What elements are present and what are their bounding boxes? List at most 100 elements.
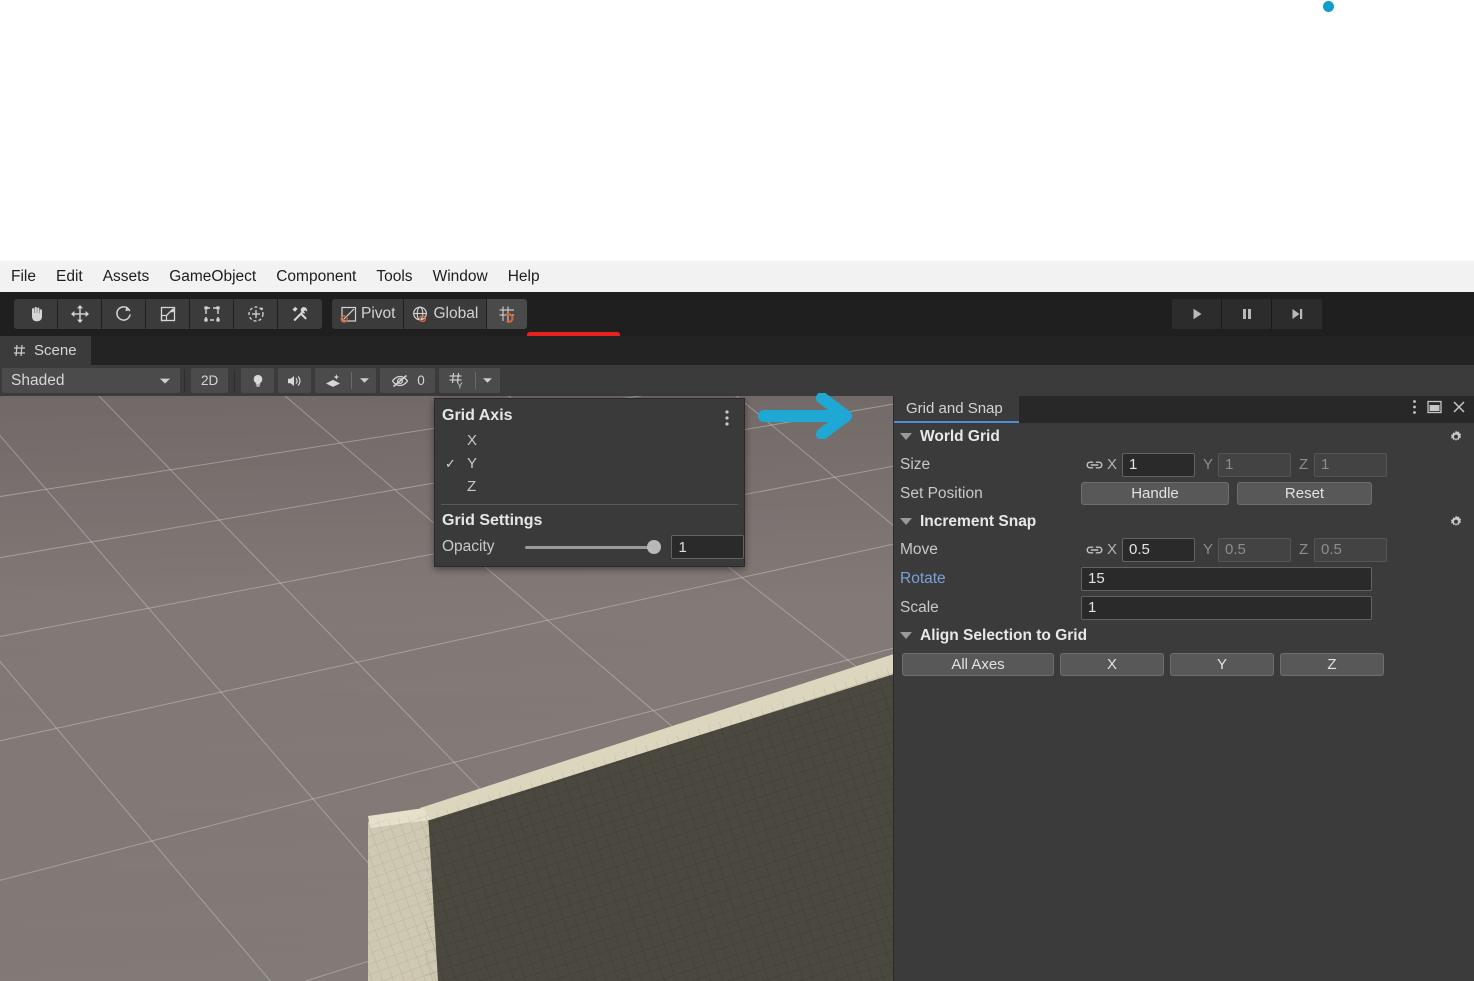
increment-snap-settings-button[interactable]: [1448, 514, 1464, 535]
grid-axis-options-button[interactable]: [724, 409, 730, 432]
opacity-value-field[interactable]: 1: [671, 535, 744, 559]
fx-icon-part[interactable]: [315, 368, 351, 393]
grid-and-snap-panel[interactable]: Grid and Snap World Grid Size X 1 Y 1 Z …: [893, 396, 1474, 981]
move-tool-button[interactable]: [58, 299, 102, 329]
grid-axis-option-y[interactable]: ✓ Y: [435, 452, 744, 475]
hidden-objects-button[interactable]: 0: [380, 368, 435, 393]
scale-tool-button[interactable]: [146, 299, 190, 329]
blue-arrow-annotation: [756, 392, 866, 444]
play-icon: [1193, 308, 1201, 320]
move-arrows-icon: [70, 305, 89, 323]
eye-off-icon: [392, 374, 409, 387]
menu-item-window[interactable]: Window: [423, 261, 498, 292]
handle-button[interactable]: Handle: [1081, 482, 1229, 505]
two-d-label: 2D: [201, 373, 219, 388]
size-x-field[interactable]: 1: [1122, 452, 1195, 477]
grid-icon-part[interactable]: Y: [439, 368, 475, 393]
menu-item-gameobject[interactable]: GameObject: [159, 261, 266, 292]
section-header-world-grid[interactable]: World Grid: [894, 423, 1474, 450]
grid-axis-y-check: ✓: [445, 455, 456, 471]
panel-close-button[interactable]: [1452, 400, 1466, 419]
panel-options-button[interactable]: [1412, 399, 1417, 420]
reset-button[interactable]: Reset: [1237, 482, 1372, 505]
hand-icon: [31, 306, 42, 322]
rect-transform-icon: [203, 306, 220, 322]
play-button[interactable]: [1172, 299, 1222, 329]
align-all-axes-button[interactable]: All Axes: [902, 653, 1054, 676]
move-x-field[interactable]: 0.5: [1122, 537, 1195, 562]
chevron-down-icon: [483, 378, 493, 383]
grid-dropdown-part[interactable]: [476, 368, 500, 393]
grid-axis-option-x[interactable]: X: [435, 429, 744, 452]
hand-tool-button[interactable]: [14, 299, 58, 329]
more-options-icon: [725, 410, 729, 426]
tab-scene[interactable]: Scene: [0, 336, 91, 365]
unity-editor-window: File Edit Assets GameObject Component To…: [0, 0, 1474, 981]
chevron-down-icon: [900, 518, 912, 525]
scene-fx-button[interactable]: [315, 368, 377, 393]
align-selection-header-label: Align Selection to Grid: [920, 626, 1088, 644]
scene-audio-button[interactable]: [278, 368, 312, 393]
move-z-field[interactable]: 0.5: [1314, 537, 1387, 562]
rotate-tool-button[interactable]: [102, 299, 146, 329]
global-toggle-button[interactable]: Global: [404, 299, 488, 329]
rotate-field[interactable]: 15: [1081, 566, 1372, 591]
rotate-label[interactable]: Rotate: [900, 570, 1081, 588]
scale-row: Scale 1: [894, 593, 1474, 622]
section-header-align-selection[interactable]: Align Selection to Grid: [894, 622, 1474, 649]
size-link-toggle[interactable]: [1081, 459, 1107, 471]
opacity-slider-knob[interactable]: [647, 540, 662, 554]
pivot-toggle-button[interactable]: Pivot: [332, 299, 405, 329]
grid-snapping-toolbar-button[interactable]: [487, 299, 528, 329]
menu-item-edit[interactable]: Edit: [46, 261, 93, 292]
size-label: Size: [900, 455, 931, 473]
custom-editor-tool-button[interactable]: [278, 299, 322, 329]
align-x-button[interactable]: X: [1060, 653, 1164, 676]
pause-button[interactable]: [1222, 299, 1272, 329]
opacity-slider[interactable]: [525, 539, 662, 555]
scale-field[interactable]: 1: [1081, 595, 1372, 620]
menu-item-component[interactable]: Component: [266, 261, 366, 292]
menu-item-file[interactable]: File: [9, 261, 46, 292]
move-link-toggle[interactable]: [1081, 544, 1107, 556]
align-y-button[interactable]: Y: [1170, 653, 1274, 676]
menu-item-tools[interactable]: Tools: [366, 261, 422, 292]
draw-mode-dropdown[interactable]: Shaded: [2, 368, 180, 393]
grid-snap-icon: [499, 306, 515, 323]
grid-axis-option-z[interactable]: Z: [435, 475, 744, 498]
move-y-field[interactable]: 0.5: [1218, 537, 1291, 562]
draw-mode-label: Shaded: [11, 371, 65, 389]
grid-axis-popup[interactable]: Grid Axis X ✓ Y Z Grid Settings Opacity: [434, 398, 745, 567]
grid-and-snap-tab-row: Grid and Snap: [894, 396, 1474, 423]
world-grid-settings-button[interactable]: [1448, 429, 1464, 450]
chevron-down-icon: [900, 433, 912, 440]
size-y-field[interactable]: 1: [1218, 452, 1291, 477]
grid-axis-y-label: Y: [467, 455, 478, 472]
menu-item-assets[interactable]: Assets: [93, 261, 160, 292]
step-button[interactable]: [1272, 299, 1322, 329]
panel-maximize-button[interactable]: [1427, 400, 1442, 419]
fx-dropdown-part[interactable]: [352, 368, 376, 393]
set-position-label: Set Position: [900, 484, 983, 502]
size-y-axis-label: Y: [1203, 456, 1214, 473]
two-d-toggle-button[interactable]: 2D: [191, 368, 229, 393]
playback-controls: [1172, 299, 1322, 329]
tab-grid-and-snap[interactable]: Grid and Snap: [894, 396, 1019, 423]
section-header-increment-snap[interactable]: Increment Snap: [894, 508, 1474, 535]
scene-view-toolbar: Shaded 2D 0 Y: [0, 365, 1474, 396]
chevron-down-icon: [359, 378, 369, 383]
chevron-down-icon: [900, 632, 912, 639]
menu-item-help[interactable]: Help: [498, 261, 550, 292]
rect-tool-button[interactable]: [190, 299, 234, 329]
size-z-field[interactable]: 1: [1314, 452, 1387, 477]
gear-icon: [1450, 515, 1462, 526]
move-y-axis-label: Y: [1203, 541, 1214, 558]
scene-lighting-button[interactable]: [241, 368, 275, 393]
scale-icon: [160, 306, 175, 322]
set-position-row: Set Position Handle Reset: [894, 479, 1474, 508]
transform-tool-button[interactable]: [234, 299, 278, 329]
pivot-icon: [340, 306, 357, 323]
size-z-axis-label: Z: [1299, 456, 1309, 473]
align-z-button[interactable]: Z: [1280, 653, 1384, 676]
scene-grid-button[interactable]: Y: [438, 368, 500, 393]
